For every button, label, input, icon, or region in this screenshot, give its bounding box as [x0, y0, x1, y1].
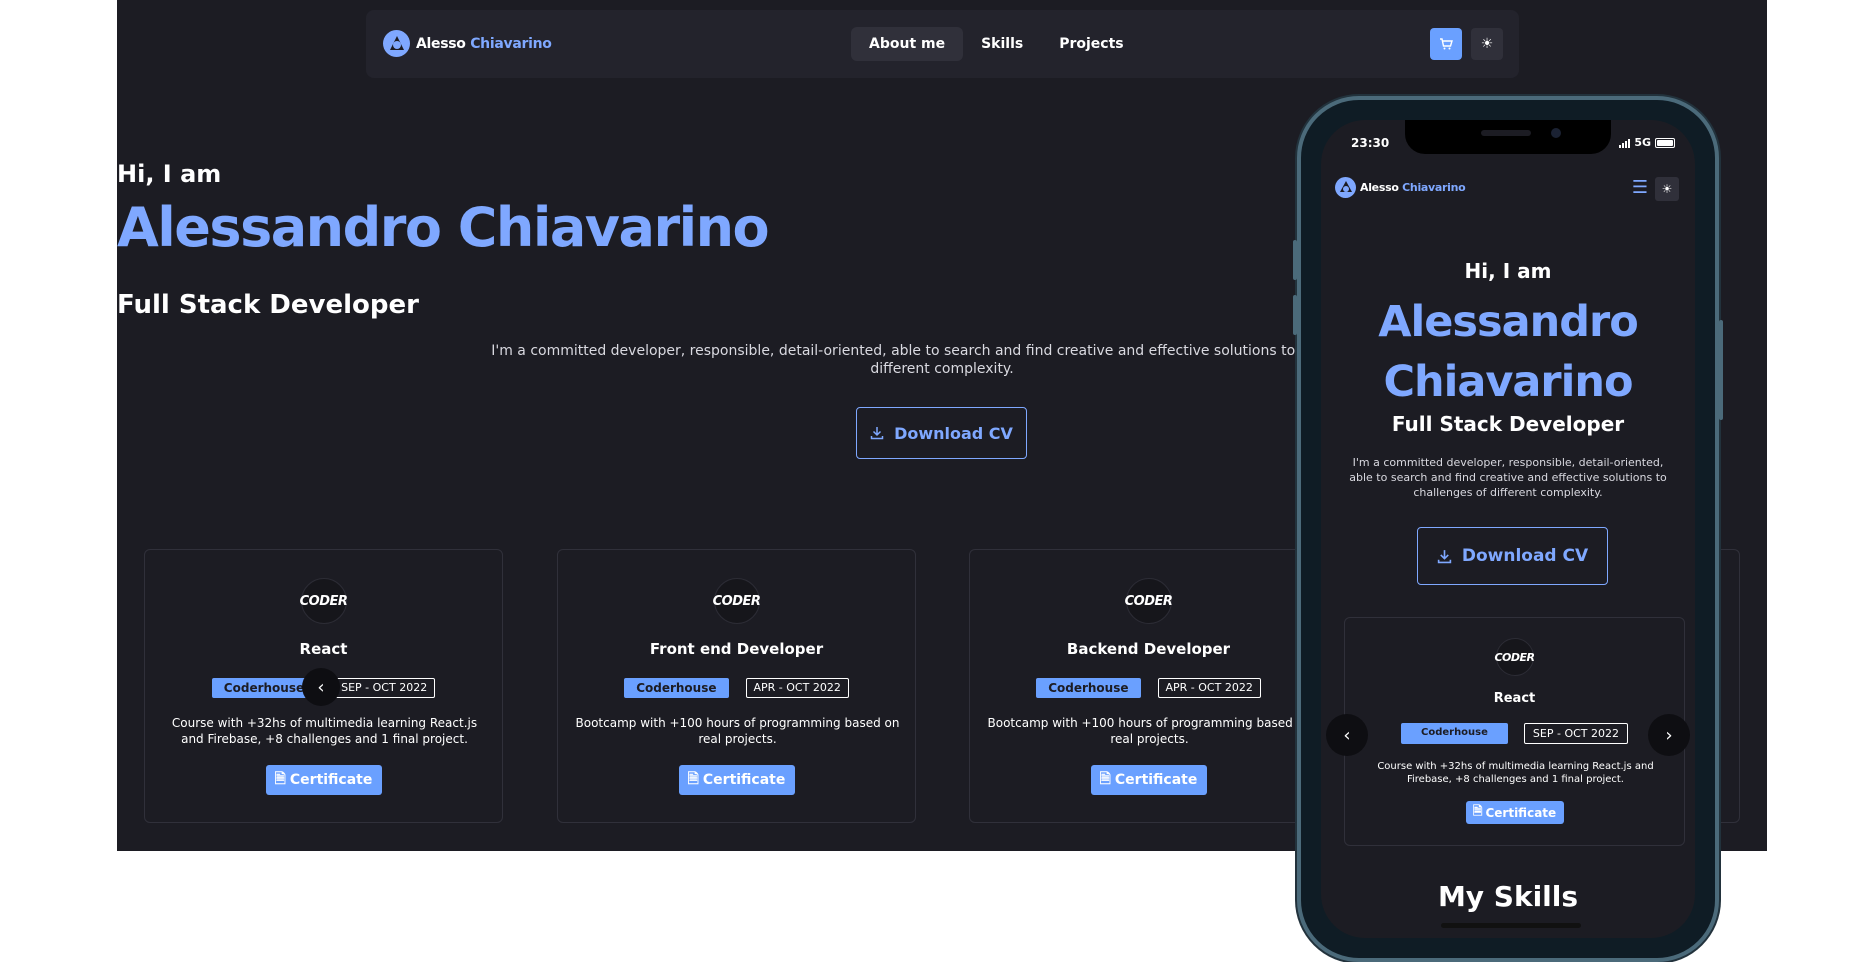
certificate-label: Certificate — [1114, 772, 1198, 788]
status-time: 23:30 — [1351, 136, 1390, 150]
card-title: Backend Developer — [1066, 640, 1231, 658]
mobile-hero-greeting: Hi, I am — [1464, 259, 1552, 283]
certificate-label: Certificate — [1485, 805, 1557, 820]
mobile-carousel-prev-button[interactable]: ‹ — [1326, 714, 1368, 756]
logo-icon — [383, 30, 410, 57]
school-badge: Coderhouse — [1036, 678, 1141, 698]
certificate-icon: 🗎 — [274, 771, 286, 787]
certificate-icon: 🗎 — [1099, 771, 1111, 787]
logo-first: Alesso — [416, 35, 466, 52]
coder-logo: CODER — [300, 578, 348, 624]
cart-button[interactable] — [1430, 28, 1462, 60]
mobile-navbar: Alesso Chiavarino ☰ ☀ — [1321, 168, 1695, 208]
card-description: Course with +32hs of multimedia learning… — [171, 716, 478, 746]
sun-icon: ☀ — [1480, 36, 1494, 52]
card-description: Bootcamp with +100 hours of programming … — [575, 716, 900, 746]
notch-camera — [1551, 128, 1561, 138]
logo-text: Alesso Chiavarino — [416, 36, 552, 52]
sun-icon: ☀ — [1661, 182, 1673, 196]
card-tags: Coderhouse APR - OCT 2022 — [970, 678, 1327, 698]
mobile-name-line2: Chiavarino — [1383, 357, 1633, 407]
hamburger-menu-icon: ☰ — [1631, 177, 1649, 198]
certificate-button[interactable]: 🗎 Certificate — [265, 765, 382, 795]
mobile-carousel-next-button[interactable]: › — [1648, 714, 1690, 756]
card-description: Bootcamp with +100 hours of programming … — [987, 716, 1312, 746]
nav-skills[interactable]: Skills — [963, 27, 1041, 61]
nav-about[interactable]: About me — [851, 27, 964, 61]
date-badge: APR - OCT 2022 — [745, 678, 849, 698]
network-label: 5G — [1634, 136, 1651, 149]
date-badge: SEP - OCT 2022 — [1523, 723, 1628, 744]
certificate-label: Certificate — [289, 772, 373, 788]
school-badge: Coderhouse — [211, 678, 317, 698]
download-icon — [1437, 549, 1452, 563]
card-title: React — [299, 640, 348, 658]
chevron-left-icon: ‹ — [317, 676, 325, 698]
mobile-theme-toggle-button[interactable]: ☀ — [1655, 177, 1679, 201]
mobile-hero-description: I'm a committed developer, responsible, … — [1349, 456, 1667, 499]
status-indicators: 5G — [1619, 136, 1675, 149]
logo-icon — [1335, 177, 1356, 198]
theme-toggle-button[interactable]: ☀ — [1471, 28, 1503, 60]
logo-text: Alesso Chiavarino — [1360, 181, 1466, 194]
mobile-download-cv-label: Download CV — [1461, 546, 1589, 566]
school-badge: Coderhouse — [624, 678, 729, 698]
card-title: Front end Developer — [649, 640, 824, 658]
logo-second: Chiavarino — [1402, 181, 1466, 194]
download-icon — [870, 427, 884, 440]
card-tags: Coderhouse APR - OCT 2022 — [558, 678, 915, 698]
course-card: CODER Front end Developer Coderhouse APR… — [557, 549, 916, 823]
navbar: Alesso Chiavarino About me Skills Projec… — [366, 10, 1519, 78]
download-cv-button[interactable]: Download CV — [856, 407, 1027, 459]
mobile-download-cv-button[interactable]: Download CV — [1417, 527, 1608, 585]
phone-mockup: 23:30 5G Alesso Chiavarino ☰ ☀ Hi, I am … — [1293, 96, 1723, 962]
download-cv-label: Download CV — [894, 423, 1013, 443]
coder-logo: CODER — [1494, 638, 1535, 676]
mockup-stage: Alesso Chiavarino About me Skills Projec… — [0, 0, 1864, 962]
mobile-logo[interactable]: Alesso Chiavarino — [1335, 177, 1466, 198]
chevron-right-icon: › — [1665, 724, 1673, 746]
school-badge: Coderhouse — [1400, 723, 1508, 744]
phone-power-button — [1719, 320, 1723, 420]
nav-projects[interactable]: Projects — [1041, 27, 1141, 61]
logo-second: Chiavarino — [470, 35, 552, 52]
cart-icon — [1440, 38, 1453, 50]
phone-side-button — [1293, 240, 1297, 280]
nav-buttons: ☀ — [1430, 28, 1503, 60]
mobile-course-card: CODER React Coderhouse SEP - OCT 2022 Co… — [1344, 617, 1685, 846]
battery-icon — [1655, 137, 1675, 148]
coder-logo: CODER — [1125, 578, 1173, 624]
my-skills-heading: My Skills — [1437, 880, 1579, 913]
phone-screen: 23:30 5G Alesso Chiavarino ☰ ☀ Hi, I am … — [1321, 120, 1695, 938]
mobile-hero-name: Alessandro Chiavarino — [1321, 292, 1695, 412]
certificate-button[interactable]: 🗎 Certificate — [1090, 765, 1207, 795]
certificate-label: Certificate — [702, 772, 786, 788]
phone-notch — [1405, 120, 1611, 154]
chevron-left-icon: ‹ — [1343, 724, 1351, 746]
mobile-name-line1: Alessandro — [1378, 297, 1639, 347]
home-indicator — [1441, 923, 1581, 928]
hero-description: I'm a committed developer, responsible, … — [491, 343, 1393, 377]
card-title: React — [1493, 691, 1536, 706]
card-description: Course with +32hs of multimedia learning… — [1377, 761, 1654, 785]
logo-first: Alesso — [1360, 181, 1399, 194]
notch-speaker — [1481, 130, 1531, 136]
card-tags: Coderhouse SEP - OCT 2022 — [1345, 723, 1684, 744]
nav-links: About me Skills Projects — [851, 27, 1142, 61]
mobile-hero-role: Full Stack Developer — [1391, 412, 1625, 436]
hamburger-menu-button[interactable]: ☰ — [1629, 178, 1651, 198]
logo[interactable]: Alesso Chiavarino — [383, 30, 552, 57]
signal-icon — [1619, 138, 1631, 148]
course-card: CODER Backend Developer Coderhouse APR -… — [969, 549, 1328, 823]
certificate-button[interactable]: 🗎 Certificate — [1465, 801, 1564, 824]
phone-side-button — [1293, 295, 1297, 335]
carousel-prev-button[interactable]: ‹ — [302, 668, 340, 706]
coder-logo: CODER — [713, 578, 761, 624]
date-badge: SEP - OCT 2022 — [333, 678, 436, 698]
certificate-button[interactable]: 🗎 Certificate — [678, 765, 795, 795]
date-badge: APR - OCT 2022 — [1157, 678, 1261, 698]
certificate-icon: 🗎 — [687, 771, 699, 787]
certificate-icon: 🗎 — [1472, 804, 1483, 818]
